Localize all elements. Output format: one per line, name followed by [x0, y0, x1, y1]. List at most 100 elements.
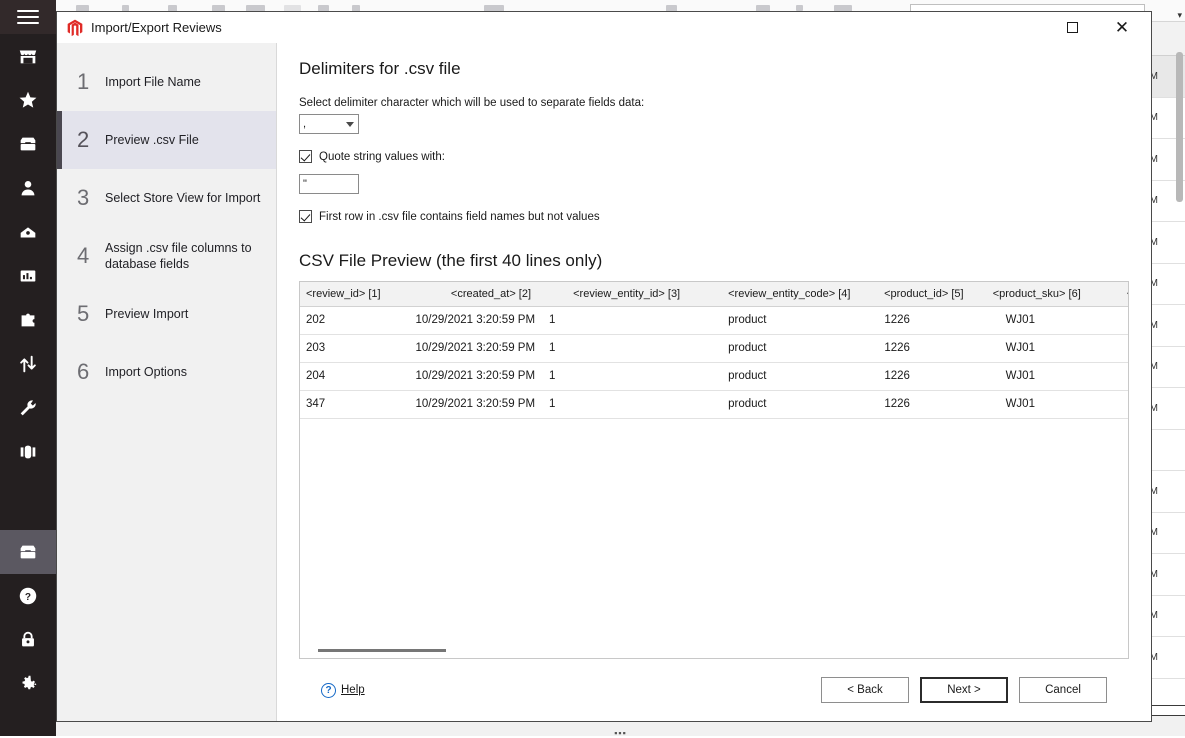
cell-review-id: 203: [300, 334, 407, 362]
cancel-button[interactable]: Cancel: [1019, 677, 1107, 703]
column-header-review-entity-code[interactable]: <review_entity_code> [4]: [686, 282, 842, 306]
column-header-review-entity-id[interactable]: <review_entity_id> [3]: [541, 282, 686, 306]
table-row[interactable]: 203 10/29/2021 3:20:59 PM 1 product 1226…: [300, 334, 1129, 362]
magento-logo-icon: [65, 18, 85, 38]
import-export-dialog: Import/Export Reviews ✕ 1 Import File Na…: [56, 11, 1152, 722]
table-row[interactable]: 347 10/29/2021 3:20:59 PM 1 product 1226…: [300, 390, 1129, 418]
step-import-file-name[interactable]: 1 Import File Name: [57, 53, 276, 111]
reports-bar-chart-icon[interactable]: [0, 254, 56, 298]
close-icon: ✕: [1115, 19, 1129, 36]
cell-review-entity-id: 1: [541, 306, 686, 334]
quote-string-checkbox[interactable]: [299, 150, 312, 163]
chevron-down-icon[interactable]: ▾: [1177, 10, 1182, 21]
step-preview-csv-file[interactable]: 2 Preview .csv File: [57, 111, 276, 169]
help-circle-icon[interactable]: ?: [0, 574, 56, 618]
column-header-review-status-id[interactable]: <review_status_id> [7]: [1087, 282, 1129, 306]
column-header-product-sku[interactable]: <product_sku> [6]: [970, 282, 1087, 306]
extensions-icon[interactable]: [0, 430, 56, 474]
column-header-product-id[interactable]: <product_id> [5]: [842, 282, 969, 306]
content-puzzle-icon[interactable]: [0, 298, 56, 342]
dialog-footer: ? Help < Back Next > Cancel: [299, 659, 1129, 721]
dialog-body: 1 Import File Name 2 Preview .csv File 3…: [57, 43, 1151, 721]
data-transfer-icon[interactable]: [0, 342, 56, 386]
rail-primary-group: [0, 34, 56, 474]
first-row-fieldnames-row[interactable]: First row in .csv file contains field na…: [299, 210, 1129, 223]
delimiter-value: ,: [303, 118, 306, 130]
delimiter-label: Select delimiter character which will be…: [299, 97, 1129, 109]
rail-spacer: [0, 474, 56, 530]
cell-review-id: 202: [300, 306, 407, 334]
cell-product-id: 1226: [842, 390, 969, 418]
cell-product-id: 1226: [842, 306, 969, 334]
step-select-store-view[interactable]: 3 Select Store View for Import: [57, 169, 276, 227]
first-row-fieldnames-checkbox[interactable]: [299, 210, 312, 223]
cell-review-entity-id: 1: [541, 362, 686, 390]
sales-box-icon[interactable]: [0, 122, 56, 166]
menu-icon[interactable]: [0, 0, 56, 34]
footer-buttons: < Back Next > Cancel: [821, 677, 1107, 703]
cell-product-sku: WJ01: [970, 334, 1087, 362]
cell-review-id: 204: [300, 362, 407, 390]
column-header-created-at[interactable]: <created_at> [2]: [407, 282, 541, 306]
cell-review-entity-code: product: [686, 362, 842, 390]
column-header-review-id[interactable]: <review_id> [1]: [300, 282, 407, 306]
step-label: Preview .csv File: [105, 132, 199, 148]
help-link[interactable]: ? Help: [321, 683, 365, 698]
lock-icon[interactable]: [0, 618, 56, 662]
cell-review-status-id: 1: [1087, 306, 1129, 334]
csv-preview-table-wrapper: <review_id> [1] <created_at> [2] <review…: [299, 281, 1129, 659]
marketing-icon[interactable]: [0, 210, 56, 254]
dialog-title-bar[interactable]: Import/Export Reviews ✕: [57, 12, 1151, 43]
delimiter-select[interactable]: ,: [299, 114, 359, 134]
step-label: Import Options: [105, 364, 187, 380]
step-label: Preview Import: [105, 306, 188, 322]
step-preview-import[interactable]: 5 Preview Import: [57, 285, 276, 343]
quote-character-value: ": [303, 178, 307, 190]
tools-wrench-icon[interactable]: [0, 386, 56, 430]
cell-review-entity-id: 1: [541, 334, 686, 362]
cell-product-id: 1226: [842, 334, 969, 362]
wizard-steps-sidebar: 1 Import File Name 2 Preview .csv File 3…: [57, 43, 277, 721]
cell-product-sku: WJ01: [970, 390, 1087, 418]
table-row[interactable]: 204 10/29/2021 3:20:59 PM 1 product 1226…: [300, 362, 1129, 390]
archive-box-icon[interactable]: [0, 530, 56, 574]
maximize-button[interactable]: [1049, 12, 1095, 43]
step-number: 3: [77, 185, 91, 211]
quote-character-input[interactable]: ": [299, 174, 359, 194]
cell-review-entity-code: product: [686, 390, 842, 418]
table-row[interactable]: 202 10/29/2021 3:20:59 PM 1 product 1226…: [300, 306, 1129, 334]
cell-created-at: 10/29/2021 3:20:59 PM: [407, 390, 541, 418]
dialog-title: Import/Export Reviews: [91, 20, 222, 35]
step-number: 6: [77, 359, 91, 385]
settings-gear-icon[interactable]: [0, 662, 56, 706]
table-horizontal-scrollbar[interactable]: [318, 649, 446, 652]
step-number: 4: [77, 243, 91, 269]
step-assign-columns[interactable]: 4 Assign .csv file columns to database f…: [57, 227, 276, 285]
background-grid-scrollbar[interactable]: [1176, 52, 1183, 202]
quote-string-label: Quote string values with:: [319, 151, 445, 163]
cell-review-status-id: 1: [1087, 362, 1129, 390]
cell-review-entity-code: product: [686, 334, 842, 362]
cell-review-id: 347: [300, 390, 407, 418]
storefront-icon[interactable]: [0, 34, 56, 78]
wizard-panel: Delimiters for .csv file Select delimite…: [277, 43, 1151, 721]
step-number: 5: [77, 301, 91, 327]
step-number: 1: [77, 69, 91, 95]
cell-created-at: 10/29/2021 3:20:59 PM: [407, 362, 541, 390]
cell-review-entity-code: product: [686, 306, 842, 334]
resize-grip-icon: ▪▪▪: [614, 728, 627, 738]
quote-string-row[interactable]: Quote string values with:: [299, 150, 1129, 163]
help-label: Help: [341, 684, 365, 696]
table-header-row: <review_id> [1] <created_at> [2] <review…: [300, 282, 1129, 306]
customer-icon[interactable]: [0, 166, 56, 210]
help-label-text: Help: [341, 684, 365, 696]
admin-sidebar-rail: ?: [0, 0, 56, 736]
back-button[interactable]: < Back: [821, 677, 909, 703]
star-icon[interactable]: [0, 78, 56, 122]
panel-heading: Delimiters for .csv file: [299, 59, 1129, 79]
first-row-fieldnames-label: First row in .csv file contains field na…: [319, 211, 600, 223]
next-button[interactable]: Next >: [920, 677, 1008, 703]
step-import-options[interactable]: 6 Import Options: [57, 343, 276, 401]
close-button[interactable]: ✕: [1099, 12, 1145, 43]
cell-product-sku: WJ01: [970, 362, 1087, 390]
